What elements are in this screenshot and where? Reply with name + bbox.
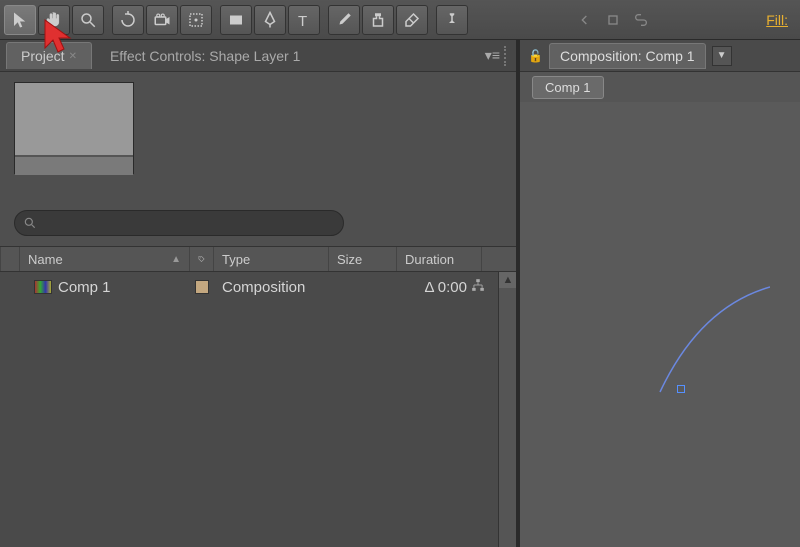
composition-subtab-label: Comp 1: [545, 80, 591, 95]
link-icon[interactable]: [633, 12, 649, 28]
rotation-tool[interactable]: [112, 5, 144, 35]
close-icon[interactable]: ✕: [69, 51, 77, 62]
column-size-header[interactable]: Size: [329, 247, 397, 271]
bezier-path: [570, 277, 770, 397]
preview-area: [0, 72, 516, 202]
main-toolbar: T Fill:: [0, 0, 800, 40]
tag-icon: [198, 252, 205, 266]
brush-tool[interactable]: [328, 5, 360, 35]
effects-tab[interactable]: Effect Controls: Shape Layer 1: [96, 43, 314, 69]
lock-icon[interactable]: 🔓: [528, 49, 543, 63]
column-duration-label: Duration: [405, 252, 454, 267]
column-name-label: Name: [28, 252, 63, 267]
composition-panel: 🔓 Composition: Comp 1 ▼ Comp 1: [520, 40, 800, 547]
composition-dropdown[interactable]: ▼: [712, 46, 732, 66]
column-indicator[interactable]: [0, 247, 20, 271]
scroll-up-arrow[interactable]: ▲: [499, 272, 516, 288]
svg-text:T: T: [298, 13, 307, 29]
hand-tool[interactable]: [38, 5, 70, 35]
selection-tool[interactable]: [4, 5, 36, 35]
panel-menu-button[interactable]: ▾≡: [485, 47, 500, 64]
pan-behind-tool[interactable]: [180, 5, 212, 35]
pin-tool[interactable]: [436, 5, 468, 35]
label-color-swatch[interactable]: [195, 280, 209, 294]
item-type: Composition: [222, 279, 305, 296]
column-label-header[interactable]: [190, 247, 214, 271]
composition-header-tab[interactable]: Composition: Comp 1: [549, 43, 706, 69]
eraser-tool[interactable]: [396, 5, 428, 35]
composition-header-label: Composition: Comp 1: [560, 48, 695, 64]
clone-stamp-tool[interactable]: [362, 5, 394, 35]
search-input[interactable]: [14, 210, 344, 236]
column-name-header[interactable]: Name ▲: [20, 247, 190, 271]
type-tool[interactable]: T: [288, 5, 320, 35]
composition-icon: [34, 280, 52, 294]
project-tab-label: Project: [21, 48, 65, 64]
arrow-left-icon[interactable]: [577, 12, 593, 28]
project-panel: Project ✕ Effect Controls: Shape Layer 1…: [0, 40, 520, 547]
box-icon[interactable]: [605, 12, 621, 28]
composition-viewport[interactable]: [520, 102, 800, 547]
effects-tab-label: Effect Controls: Shape Layer 1: [110, 48, 300, 64]
project-items-list: Comp 1 Composition Δ 0:00: [0, 272, 516, 547]
pen-tool[interactable]: [254, 5, 286, 35]
column-type-label: Type: [222, 252, 250, 267]
flowchart-icon[interactable]: [471, 278, 485, 292]
table-row[interactable]: Comp 1 Composition Δ 0:00: [0, 272, 516, 302]
project-columns-header: Name ▲ Type Size Duration: [0, 246, 516, 272]
drag-handle[interactable]: [504, 46, 510, 66]
camera-tool[interactable]: [146, 5, 178, 35]
search-icon: [23, 216, 37, 230]
zoom-tool[interactable]: [72, 5, 104, 35]
bezier-handle[interactable]: [677, 385, 685, 393]
item-duration: Δ 0:00: [424, 279, 467, 296]
composition-tabs-bar: 🔓 Composition: Comp 1 ▼: [520, 40, 800, 72]
vertical-scrollbar[interactable]: ▲: [498, 272, 516, 547]
rectangle-tool[interactable]: [220, 5, 252, 35]
column-duration-header[interactable]: Duration: [397, 247, 482, 271]
composition-subtab[interactable]: Comp 1: [532, 76, 604, 99]
project-tab[interactable]: Project ✕: [6, 42, 92, 69]
column-type-header[interactable]: Type: [214, 247, 329, 271]
sort-ascending-icon: ▲: [171, 254, 181, 265]
column-size-label: Size: [337, 252, 362, 267]
fill-label[interactable]: Fill:: [766, 12, 796, 28]
panel-tabs: Project ✕ Effect Controls: Shape Layer 1…: [0, 40, 516, 72]
composition-thumbnail[interactable]: [14, 82, 134, 174]
item-name: Comp 1: [58, 279, 111, 296]
